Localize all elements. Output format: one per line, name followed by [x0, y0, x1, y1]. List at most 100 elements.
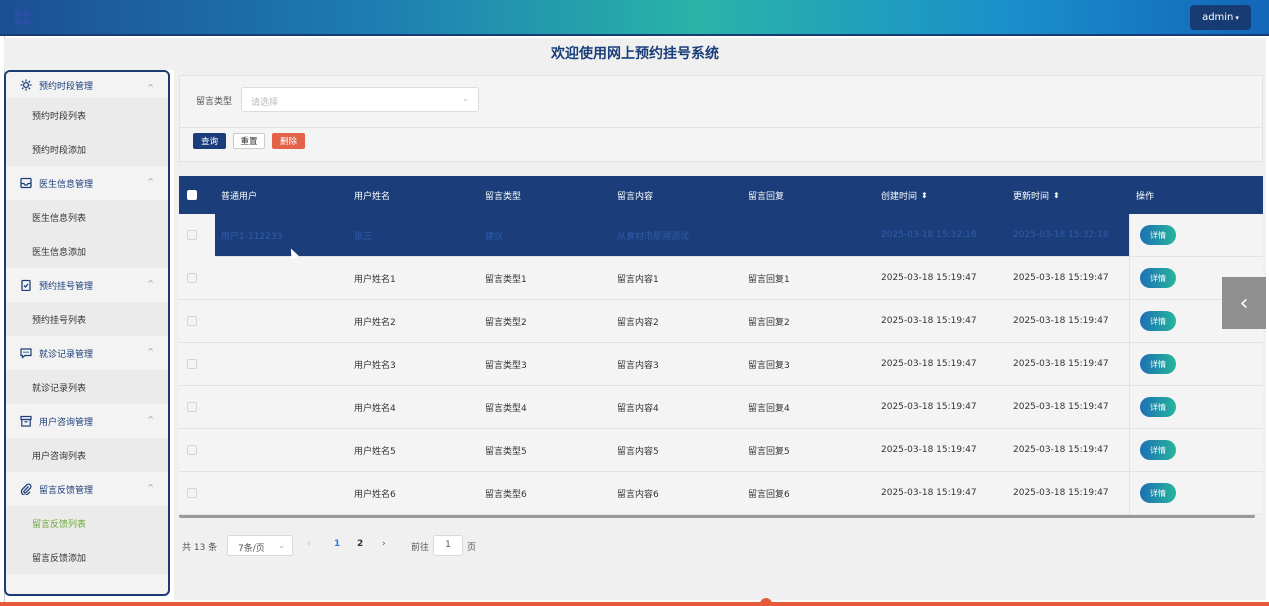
table-row[interactable]: 用户姓名6 留言类型6 留言内容6 留言回复6 2025-03-18 15:19:47 2…: [179, 472, 1263, 515]
page-size-select[interactable]: 7条/页 ⌄: [227, 535, 293, 556]
bottom-progress-line: [0, 602, 1269, 606]
sidebar-item-3-1[interactable]: 预约挂号列表: [6, 302, 168, 336]
cell-created: 2025-03-18 15:19:47: [881, 359, 977, 369]
sidebar-group-1[interactable]: 预约时段管理 ^: [6, 72, 168, 98]
page-2-button[interactable]: 2: [357, 539, 363, 549]
row-checkbox[interactable]: [187, 359, 197, 369]
sidebar-item-2-1[interactable]: 医生信息列表: [6, 200, 168, 234]
cell-content: 留言内容2: [617, 317, 659, 328]
select-all-checkbox[interactable]: [187, 190, 197, 200]
column-header-label: 留言内容: [617, 191, 654, 202]
sidebar-group-label: 留言反馈管理: [39, 485, 94, 496]
goto-page-input[interactable]: 1: [433, 535, 463, 556]
cell-created: 2025-03-18 15:32:18: [881, 230, 977, 240]
column-header: 留言回复: [748, 176, 784, 214]
cell-created: 2025-03-18 15:19:47: [881, 273, 977, 283]
table-row[interactable]: 用户姓名1 留言类型1 留言内容1 留言回复1 2025-03-18 15:19:47 2…: [179, 257, 1263, 300]
query-button[interactable]: 查询: [193, 133, 226, 149]
sidebar-item-5-1[interactable]: 用户咨询列表: [6, 438, 168, 472]
cell-type: 留言类型2: [485, 317, 527, 328]
detail-button[interactable]: 详情: [1140, 225, 1176, 245]
column-header: 用户姓名: [354, 176, 390, 214]
cell-updated: 2025-03-18 15:32:18: [1013, 230, 1109, 240]
column-header[interactable]: 创建时间 ⬍: [881, 176, 928, 214]
column-header: 留言内容: [617, 176, 653, 214]
user-label: admin: [1202, 12, 1234, 23]
operation-cell: 详情: [1129, 343, 1263, 385]
detail-button[interactable]: 详情: [1140, 440, 1176, 460]
chevron-left-icon: ‹: [1239, 290, 1249, 316]
search-panel: 留言类型 请选择 ⌄ 查询 重置 删除: [179, 75, 1263, 162]
page-size-value: 7条/页: [238, 544, 265, 554]
cell-content: 留言内容6: [617, 489, 659, 500]
cell-created: 2025-03-18 15:19:47: [881, 445, 977, 455]
clipboard-check-icon: [20, 279, 32, 291]
operation-cell: 详情: [1129, 386, 1263, 428]
sidebar: 预约时段管理 ^ 预约时段列表 预约时段添加 医生信息管理 ^ 医生信息列表 医生信息添加 预约…: [4, 70, 170, 596]
prev-page-icon[interactable]: ‹: [307, 539, 311, 549]
sidebar-item-6-1[interactable]: 留言反馈列表: [6, 506, 168, 540]
sidebar-item-1-2[interactable]: 预约时段添加: [6, 132, 168, 166]
sidebar-group-3[interactable]: 预约挂号管理 ^: [6, 268, 168, 302]
sidebar-group-5[interactable]: 用户咨询管理 ^: [6, 404, 168, 438]
sidebar-group-4[interactable]: 就诊记录管理 ^: [6, 336, 168, 370]
table-row[interactable]: 用户姓名3 留言类型3 留言内容3 留言回复3 2025-03-18 15:19:47 2…: [179, 343, 1263, 386]
row-checkbox[interactable]: [187, 273, 197, 283]
total-count: 共 13 条: [182, 543, 218, 553]
sidebar-item-4-1[interactable]: 就诊记录列表: [6, 370, 168, 404]
reset-button[interactable]: 重置: [233, 133, 265, 149]
page-1-button[interactable]: 1: [334, 539, 340, 549]
progress-dot[interactable]: [760, 598, 772, 606]
page-title: 欢迎使用网上预约挂号系统: [4, 38, 1266, 70]
column-header-label: 用户姓名: [354, 191, 391, 202]
cell-updated: 2025-03-18 15:19:47: [1013, 402, 1109, 412]
detail-button[interactable]: 详情: [1140, 268, 1176, 288]
detail-button[interactable]: 详情: [1140, 483, 1176, 503]
collapse-panel-button[interactable]: ‹: [1222, 277, 1266, 329]
sidebar-item-1-1[interactable]: 预约时段列表: [6, 98, 168, 132]
chevron-up-icon: ^: [147, 415, 154, 424]
table-header: 普通用户 用户姓名 留言类型 留言内容 留言回复 创建时间 ⬍ 更新时间 ⬍ 操作: [179, 176, 1263, 214]
table-row[interactable]: 用户1-112233 张三 建议 从食材市那溯测试 2025-03-18 15:32:1…: [179, 214, 1263, 257]
operation-cell: 详情: [1129, 472, 1263, 514]
column-header-label: 操作: [1136, 191, 1155, 202]
chevron-down-icon: ⌄: [462, 94, 469, 103]
row-checkbox[interactable]: [187, 445, 197, 455]
row-checkbox[interactable]: [187, 230, 197, 240]
next-page-icon[interactable]: ›: [382, 539, 386, 549]
cell-content: 从食材市那溯测试: [617, 231, 690, 242]
cell-type: 留言类型1: [485, 274, 527, 285]
chevron-up-icon: ^: [147, 279, 154, 288]
type-filter-label: 留言类型: [196, 97, 233, 107]
cell-created: 2025-03-18 15:19:47: [881, 316, 977, 326]
sidebar-group-6[interactable]: 留言反馈管理 ^: [6, 472, 168, 506]
type-filter-select[interactable]: 请选择 ⌄: [241, 87, 479, 112]
cell-updated: 2025-03-18 15:19:47: [1013, 316, 1109, 326]
table-row[interactable]: 用户姓名4 留言类型4 留言内容4 留言回复4 2025-03-18 15:19:47 2…: [179, 386, 1263, 429]
cell-updated: 2025-03-18 15:19:47: [1013, 445, 1109, 455]
detail-button[interactable]: 详情: [1140, 311, 1176, 331]
detail-button[interactable]: 详情: [1140, 354, 1176, 374]
cell-reply: 留言回复2: [748, 317, 790, 328]
row-checkbox[interactable]: [187, 402, 197, 412]
cell-name: 张三: [354, 231, 373, 242]
sidebar-item-2-2[interactable]: 医生信息添加: [6, 234, 168, 268]
cell-updated: 2025-03-18 15:19:47: [1013, 359, 1109, 369]
column-header-label: 创建时间: [881, 191, 918, 202]
user-menu-button[interactable]: admin ▾: [1190, 5, 1251, 30]
column-header[interactable]: 更新时间 ⬍: [1013, 176, 1060, 214]
sort-icon[interactable]: ⬍: [921, 191, 928, 200]
row-checkbox[interactable]: [187, 316, 197, 326]
inbox-icon: [20, 177, 32, 189]
sort-icon[interactable]: ⬍: [1053, 191, 1060, 200]
delete-button[interactable]: 删除: [272, 133, 305, 149]
menu-grid-icon[interactable]: [15, 10, 29, 24]
cell-type: 留言类型3: [485, 360, 527, 371]
sidebar-group-2[interactable]: 医生信息管理 ^: [6, 166, 168, 200]
row-checkbox[interactable]: [187, 488, 197, 498]
table-row[interactable]: 用户姓名5 留言类型5 留言内容5 留言回复5 2025-03-18 15:19:47 2…: [179, 429, 1263, 472]
detail-button[interactable]: 详情: [1140, 397, 1176, 417]
sidebar-item-6-2[interactable]: 留言反馈添加: [6, 540, 168, 574]
table-row[interactable]: 用户姓名2 留言类型2 留言内容2 留言回复2 2025-03-18 15:19:47 2…: [179, 300, 1263, 343]
column-header-label: 普通用户: [221, 191, 258, 202]
